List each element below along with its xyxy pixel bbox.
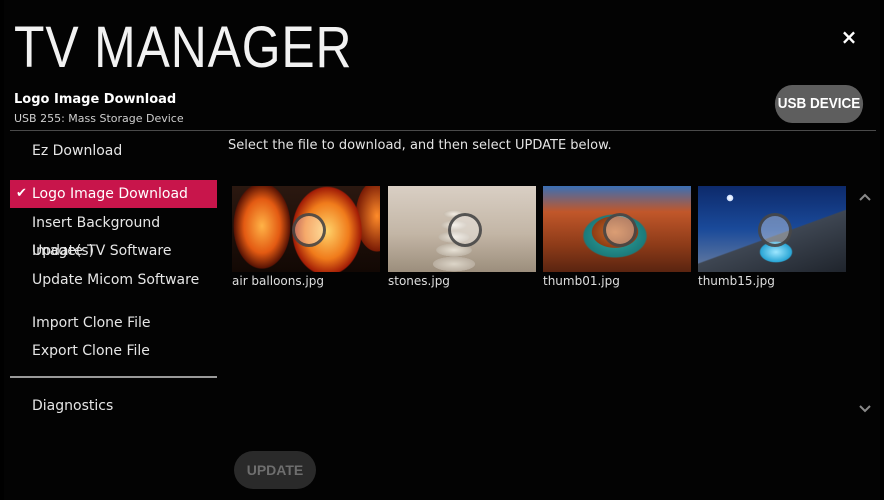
select-circle-icon[interactable] <box>448 213 482 247</box>
sidebar-item-label: Update Micom Software <box>32 272 200 288</box>
file-name: thumb01.jpg <box>543 274 620 288</box>
sidebar-item-label: Import Clone File <box>32 315 151 331</box>
file-thumbnail-thumb01[interactable] <box>543 186 691 272</box>
sidebar-item-label: Diagnostics <box>32 398 114 414</box>
file-name: thumb15.jpg <box>698 274 775 288</box>
header-divider <box>10 130 876 131</box>
instruction-text: Select the file to download, and then se… <box>228 138 612 153</box>
sidebar-item-diagnostics[interactable]: Diagnostics <box>10 392 217 420</box>
chevron-down-icon[interactable] <box>856 400 874 416</box>
sidebar-item-insert-background[interactable]: Insert Background Image(s) <box>10 209 217 259</box>
checkmark-icon: ✔ <box>16 186 27 201</box>
select-circle-icon[interactable] <box>292 213 326 247</box>
file-thumbnail-stones[interactable] <box>388 186 536 272</box>
close-icon[interactable]: × <box>838 26 860 48</box>
sidebar-item-label: Update TV Software <box>32 243 172 259</box>
sidebar-item-label: Export Clone File <box>32 343 150 359</box>
device-name: USB 255: Mass Storage Device <box>14 112 184 125</box>
select-circle-icon[interactable] <box>758 213 792 247</box>
file-name: air balloons.jpg <box>232 274 324 288</box>
select-circle-icon[interactable] <box>603 213 637 247</box>
app-title: TV MANAGER <box>14 15 353 80</box>
chevron-up-icon[interactable] <box>856 188 874 204</box>
sidebar-item-import-clone-file[interactable]: Import Clone File <box>10 309 217 337</box>
sidebar-item-logo-image-download[interactable]: ✔ Logo Image Download <box>10 180 217 208</box>
sidebar-item-label: Ez Download <box>32 143 123 159</box>
sidebar-item-ez-download[interactable]: Ez Download <box>10 137 217 165</box>
section-title: Logo Image Download <box>14 92 177 107</box>
sidebar-divider <box>10 376 217 378</box>
file-thumbnail-air-balloons[interactable] <box>232 186 380 272</box>
file-thumbnail-thumb15[interactable] <box>698 186 846 272</box>
file-name: stones.jpg <box>388 274 450 288</box>
usb-device-button[interactable]: USB DEVICE <box>774 85 864 123</box>
sidebar-item-update-tv-software[interactable]: Update TV Software <box>10 237 217 265</box>
sidebar-item-label: Logo Image Download <box>32 186 188 202</box>
update-button[interactable]: UPDATE <box>234 451 316 489</box>
sidebar-item-update-micom-software[interactable]: Update Micom Software <box>10 266 217 294</box>
sidebar-item-export-clone-file[interactable]: Export Clone File <box>10 337 217 365</box>
